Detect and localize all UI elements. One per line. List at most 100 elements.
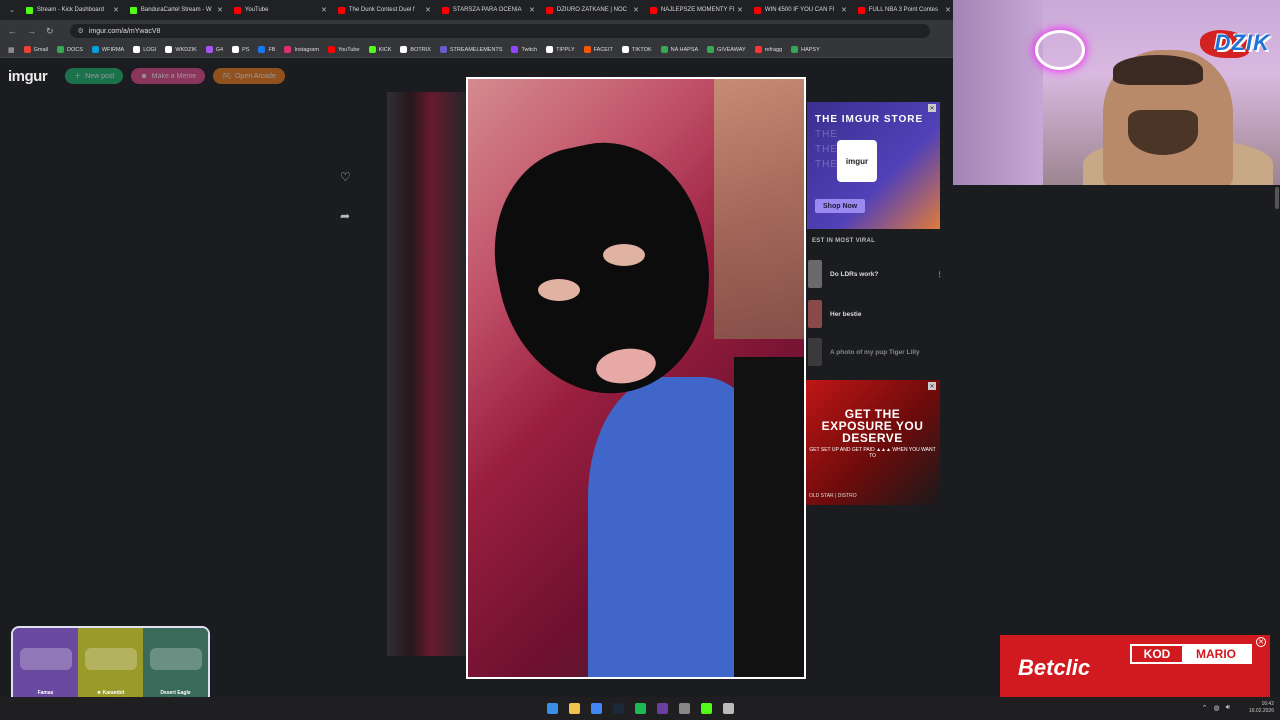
reload-icon[interactable]: ↻ <box>46 26 54 37</box>
exposure-ad[interactable]: GET THE EXPOSURE YOU DESERVE GET SET UP … <box>805 380 940 505</box>
meme-icon: ☻ <box>140 72 148 80</box>
bookmark-item[interactable]: Gmail <box>23 46 48 53</box>
tab-close-icon[interactable]: ✕ <box>529 6 535 14</box>
bookmark-label: GIVEAWAY <box>717 46 746 53</box>
browser-tab[interactable]: YouTube ✕ <box>228 0 332 20</box>
browser-tab[interactable]: BanduraCartel Stream - W ✕ <box>124 0 228 20</box>
bookmark-item[interactable]: TIPPLY <box>546 46 575 53</box>
open-arcade-label: Open Arcade <box>234 72 276 80</box>
bookmark-item[interactable]: Instagram <box>284 46 319 53</box>
viral-item[interactable]: A photo of my pup Tiger Lilly <box>808 338 920 366</box>
obs-icon[interactable] <box>656 703 668 714</box>
bookmark-item[interactable]: DOCS <box>57 46 83 53</box>
chrome-icon[interactable] <box>590 703 602 714</box>
viral-thumbnail <box>808 338 822 366</box>
tab-search-chevron-icon[interactable]: ⌄ <box>4 6 20 14</box>
tab-close-icon[interactable]: ✕ <box>321 6 327 14</box>
bookmark-item[interactable]: NA HAPSA <box>660 46 698 53</box>
volume-icon[interactable]: 🔊︎ <box>1226 704 1230 712</box>
viral-thumbnail <box>808 300 822 328</box>
bookmark-label: Gmail <box>33 46 48 53</box>
tab-label: STARSZA PARA OCENIA <box>452 7 522 13</box>
imgur-store-ad[interactable]: THE IMGUR STORE THE THE THE imgur Shop N… <box>807 102 940 229</box>
viral-item[interactable]: Her bestie <box>808 300 861 328</box>
make-meme-button[interactable]: ☻ Make a Meme <box>131 68 206 84</box>
bookmark-item[interactable]: BOTRIX <box>400 46 431 53</box>
new-post-button[interactable]: ＋ New post <box>65 68 124 84</box>
bookmark-item[interactable]: refragg <box>754 46 783 53</box>
viral-item[interactable]: Do LDRs work? ⋮ <box>808 260 943 288</box>
bookmark-label: BOTRIX <box>410 46 431 53</box>
tab-close-icon[interactable]: ✕ <box>425 6 431 14</box>
tab-close-icon[interactable]: ✕ <box>217 6 223 14</box>
tray-chevron-icon[interactable]: ⌃ <box>1202 704 1208 712</box>
bookmark-item[interactable]: STREAMELEMENTS <box>439 46 502 53</box>
tab-close-icon[interactable]: ✕ <box>113 6 119 14</box>
clock[interactable]: 16:42 16.02.2026 <box>1249 701 1274 715</box>
kick-icon[interactable] <box>700 703 712 714</box>
bookmark-item[interactable]: G4 <box>205 46 224 53</box>
arrow-icon[interactable] <box>722 703 734 714</box>
site-info-icon[interactable]: ⚙ <box>78 27 84 35</box>
back-arrow-icon[interactable]: ← <box>8 26 17 36</box>
browser-tab[interactable]: Stream - Kick Dashboard ✕ <box>20 0 124 20</box>
browser-tab[interactable]: FULL NBA 3 Point Contes ✕ <box>852 0 955 20</box>
bookmark-item[interactable]: YouTube <box>327 46 360 53</box>
bookmark-item[interactable]: FACEIT <box>583 46 613 53</box>
post-photo <box>468 79 804 677</box>
bookmark-item[interactable]: Twitch <box>511 46 537 53</box>
exposure-ad-subtext: GET SET UP AND GET PAID ▲▲▲ WHEN YOU WAN… <box>809 447 936 459</box>
url-field[interactable]: ⚙ imgur.com/a/mYwacV8 <box>69 24 930 38</box>
bookmark-item[interactable]: KICK <box>368 46 391 53</box>
browser-tab[interactable]: The Dunk Contest Duel f ✕ <box>332 0 436 20</box>
shop-now-button[interactable]: Shop Now <box>815 199 866 213</box>
page-scrollbar[interactable] <box>1274 185 1280 695</box>
bookmark-favicon-icon <box>439 46 447 53</box>
bookmark-label: G4 <box>215 46 224 53</box>
more-options-icon[interactable]: ⋮ <box>936 270 943 278</box>
spotify-icon[interactable] <box>634 703 646 714</box>
bookmark-favicon-icon <box>368 46 376 53</box>
browser-tab[interactable]: NAJLEPSZE MOMENTY FI ✕ <box>644 0 748 20</box>
bookmark-item[interactable]: FB <box>258 46 275 53</box>
clock-date: 16.02.2026 <box>1248 708 1274 714</box>
bookmark-item[interactable]: HAPSY <box>791 46 820 53</box>
bookmark-label: refragg <box>764 46 783 53</box>
steam-icon[interactable] <box>612 703 624 714</box>
forward-arrow-icon[interactable]: → <box>27 26 36 36</box>
tab-close-icon[interactable]: ✕ <box>633 6 639 14</box>
bookmark-item[interactable]: LOGI <box>133 46 156 53</box>
file-explorer-icon[interactable] <box>568 703 580 714</box>
ad-close-icon[interactable]: ✕ <box>928 104 936 112</box>
bookmark-item[interactable]: PS <box>232 46 249 53</box>
browser-tab[interactable]: WIN €500 IF YOU CAN FI ✕ <box>748 0 852 20</box>
browser-tab[interactable]: STARSZA PARA OCENIA ✕ <box>436 0 540 20</box>
tab-close-icon[interactable]: ✕ <box>737 6 743 14</box>
apps-grid-icon[interactable]: ▦ <box>8 46 15 54</box>
tab-close-icon[interactable]: ✕ <box>945 6 951 14</box>
weapon-icon <box>19 648 72 670</box>
bookmark-favicon-icon <box>133 46 141 53</box>
open-arcade-button[interactable]: 🎮︎ Open Arcade <box>213 68 285 84</box>
imgur-mug-image: imgur <box>837 140 877 182</box>
bookmark-item[interactable]: WFIRMA <box>91 46 124 53</box>
promo-code-box: KOD MARIO <box>1130 644 1252 664</box>
tab-favicon-icon <box>129 6 137 14</box>
ad-close-icon[interactable]: ✕ <box>928 382 936 390</box>
bookmark-item[interactable]: TIKTOK <box>621 46 652 53</box>
heart-icon[interactable]: ♡ <box>340 170 351 184</box>
tab-favicon-icon <box>233 6 241 14</box>
browser-tab[interactable]: DZIURO ZATKANE | NOC ✕ <box>540 0 644 20</box>
scrollbar-thumb[interactable] <box>1275 187 1279 209</box>
skins-overlay: FamasSergeant★ KarambitCase HardenedDese… <box>11 626 210 708</box>
tab-close-icon[interactable]: ✕ <box>841 6 847 14</box>
settings-icon[interactable] <box>678 703 690 714</box>
windows-start-icon[interactable] <box>546 703 558 714</box>
network-icon[interactable]: ◍ <box>1213 704 1219 712</box>
image-lightbox[interactable] <box>466 77 806 679</box>
bookmark-item[interactable]: GIVEAWAY <box>707 46 746 53</box>
skin-card: Desert EaglePrintstream <box>143 628 208 706</box>
imgur-logo[interactable]: imgur <box>8 68 48 85</box>
bookmark-item[interactable]: WKDZIK <box>165 46 197 53</box>
share-arrow-icon[interactable]: ➦ <box>340 209 351 223</box>
